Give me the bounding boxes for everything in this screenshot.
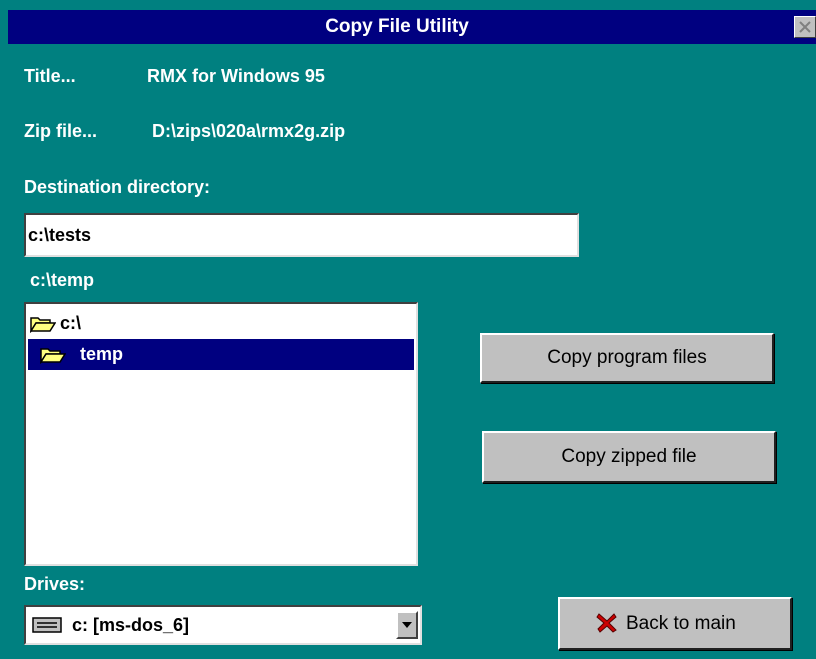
zip-file-value: D:\zips\020a\rmx2g.zip: [152, 121, 346, 141]
back-to-main-button[interactable]: Back to main: [558, 597, 792, 650]
zip-file-label: Zip file...: [24, 121, 98, 141]
red-x-icon: [596, 613, 617, 633]
directory-item-temp[interactable]: temp: [28, 339, 414, 370]
destination-directory-input[interactable]: [24, 213, 579, 257]
drives-dropdown[interactable]: c: [ms-dos_6]: [24, 605, 422, 645]
close-icon: [799, 21, 811, 33]
drives-label: Drives:: [24, 574, 86, 594]
directory-item-root[interactable]: c:\: [28, 308, 414, 339]
copy-zipped-file-button[interactable]: Copy zipped file: [482, 431, 776, 483]
title-label: Title...: [24, 66, 76, 86]
copy-program-files-label: Copy program files: [547, 347, 707, 368]
current-directory-label: c:\temp: [30, 270, 95, 290]
directory-item-label: c:\: [60, 313, 82, 333]
destination-directory-label: Destination directory:: [24, 177, 211, 197]
directory-item-label: temp: [80, 344, 124, 364]
title-bar[interactable]: Copy File Utility: [8, 10, 816, 44]
copy-program-files-button[interactable]: Copy program files: [480, 333, 774, 383]
title-value: RMX for Windows 95: [147, 66, 325, 86]
back-to-main-label: Back to main: [626, 612, 736, 634]
directory-list[interactable]: c:\ temp: [24, 302, 418, 566]
drives-selected-value: c: [ms-dos_6]: [72, 615, 190, 635]
open-folder-icon: [40, 348, 66, 364]
close-button[interactable]: [794, 16, 816, 38]
window-title: Copy File Utility: [325, 16, 469, 37]
chevron-down-icon: [402, 622, 412, 628]
copy-zipped-file-label: Copy zipped file: [561, 446, 697, 467]
copy-file-utility-window: Copy File Utility Title... RMX for Windo…: [0, 0, 816, 659]
hard-drive-icon: [32, 617, 62, 633]
drives-dropdown-button[interactable]: [396, 611, 418, 639]
open-folder-icon: [30, 317, 56, 333]
